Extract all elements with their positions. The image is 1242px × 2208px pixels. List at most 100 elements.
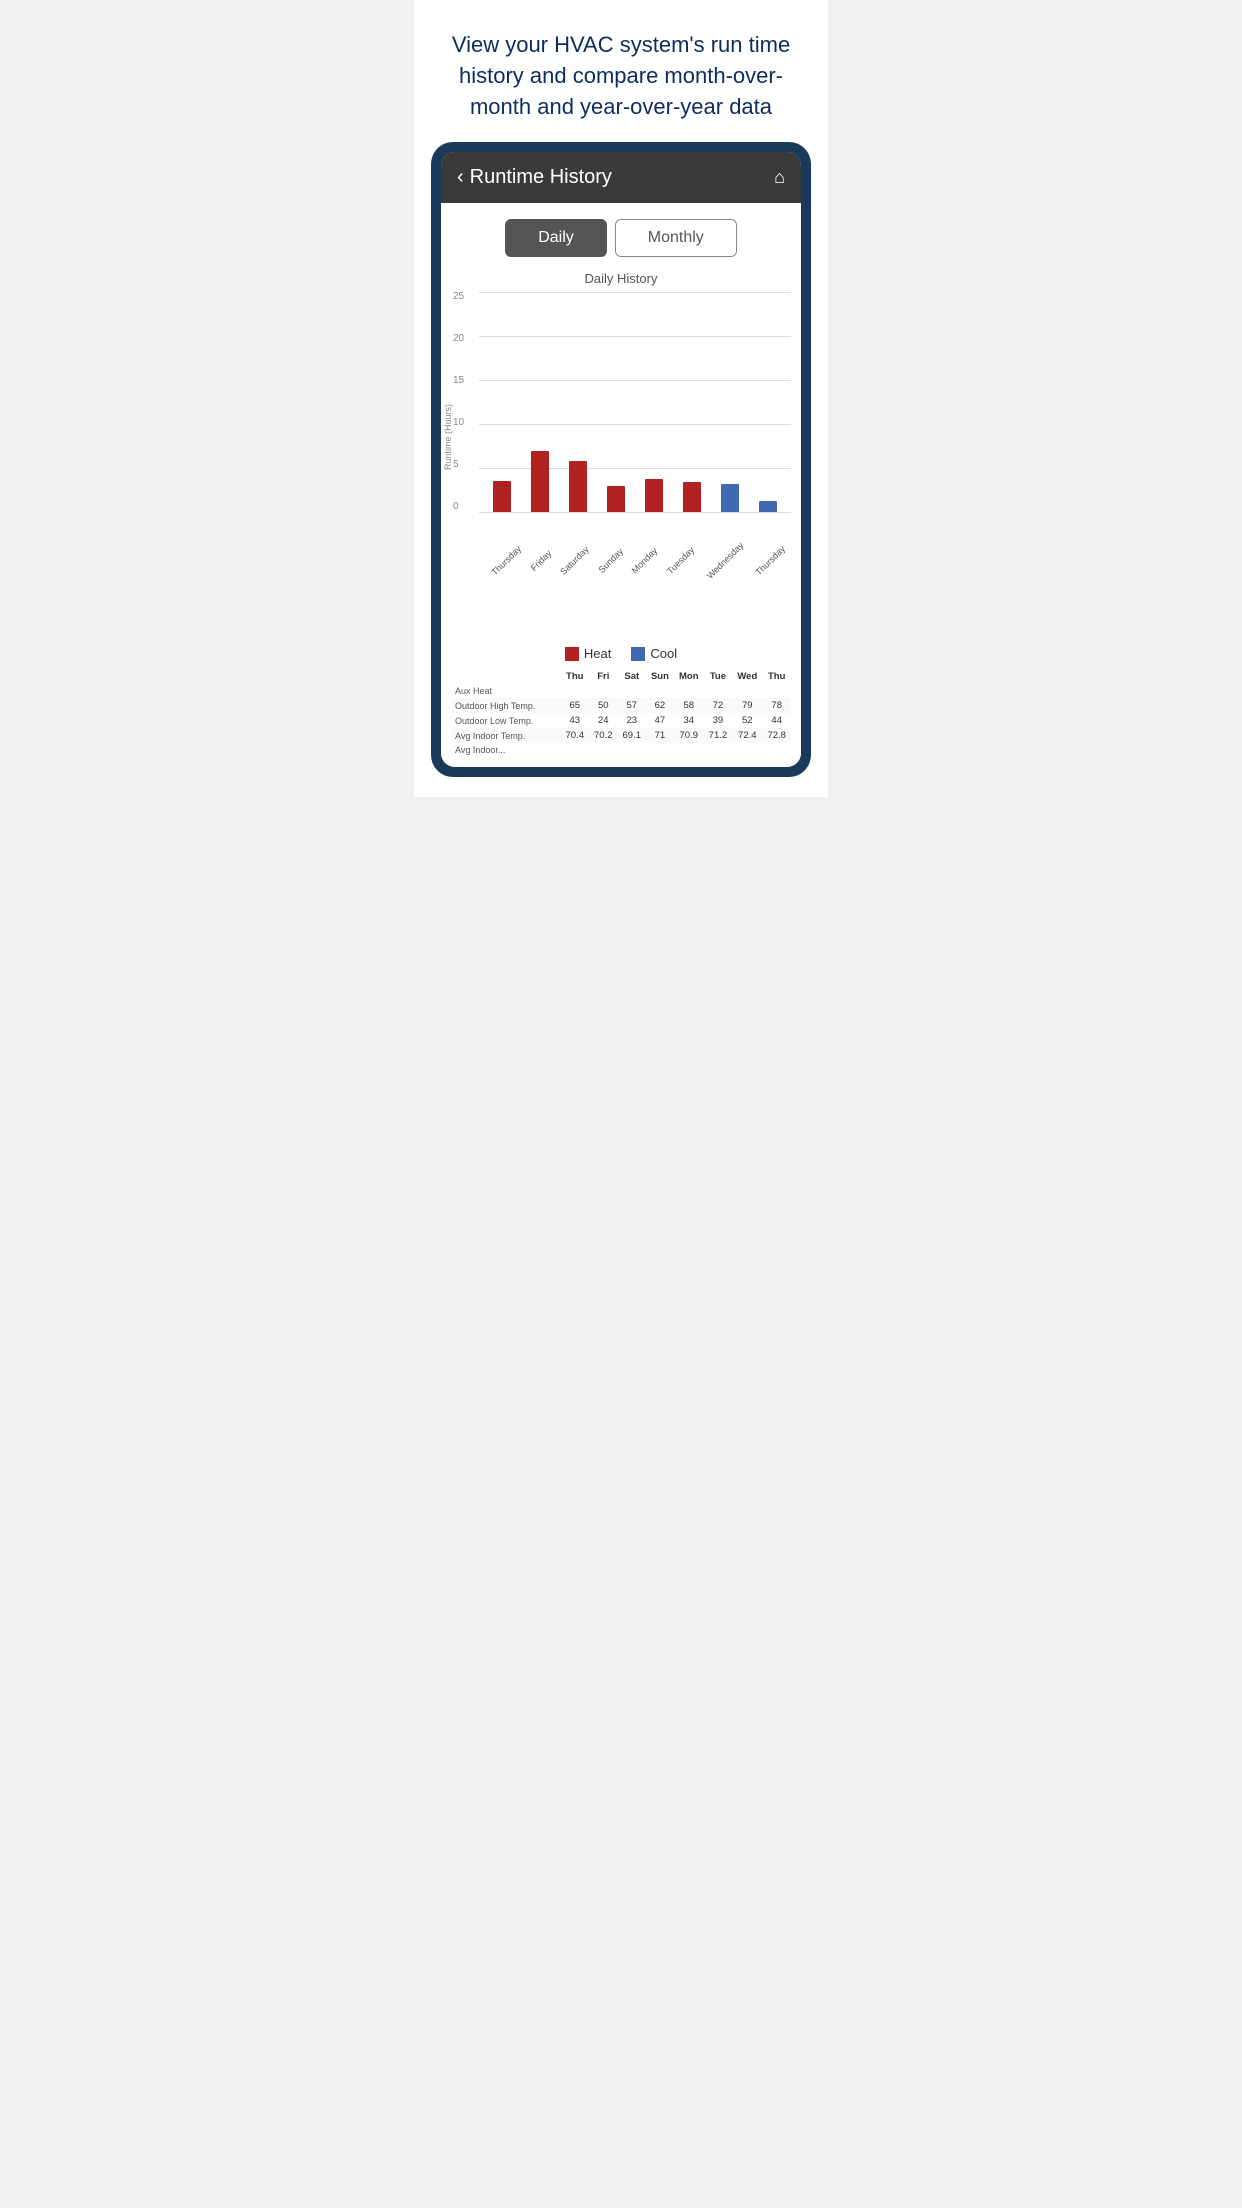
x-label-thursday: Thursday	[490, 544, 524, 578]
table-cell-value	[589, 684, 618, 698]
table-cell-value	[646, 743, 674, 757]
table-cell-label: Avg Indoor...	[451, 743, 560, 757]
table-cell-value	[732, 743, 762, 757]
bar-group-wednesday	[721, 484, 739, 512]
heat-bar	[607, 486, 625, 512]
table-col-header: Thu	[560, 669, 589, 684]
home-icon[interactable]: ⌂	[774, 167, 785, 188]
chart-inner: 25 20 15 10 5 0	[479, 292, 791, 512]
chart-title: Daily History	[451, 271, 791, 286]
table-cell-value: 79	[732, 698, 762, 713]
table-col-header: Tue	[704, 669, 733, 684]
table-cell-value	[704, 684, 733, 698]
table-header-row: ThuFriSatSunMonTueWedThu	[451, 669, 791, 684]
toggle-row: Daily Monthly	[451, 219, 791, 257]
table-cell-value: 70.9	[674, 728, 704, 743]
table-col-header: Sun	[646, 669, 674, 684]
table-cell-value: 39	[704, 713, 733, 728]
page-wrapper: View your HVAC system's run time history…	[414, 0, 828, 797]
bar-group-saturday	[569, 461, 587, 512]
table-cell-value: 50	[589, 698, 618, 713]
table-cell-value: 71.2	[704, 728, 733, 743]
table-cell-value	[762, 743, 791, 757]
table-cell-value	[674, 684, 704, 698]
back-arrow-icon: ‹	[457, 166, 464, 189]
table-cell-value	[704, 743, 733, 757]
heat-label: Heat	[584, 646, 611, 661]
y-label-0: 0	[453, 502, 464, 512]
heat-bar	[569, 461, 587, 512]
table-cell-value: 71	[646, 728, 674, 743]
bars-area	[479, 292, 791, 512]
bar-group-friday	[531, 451, 549, 513]
table-cell-value: 23	[618, 713, 647, 728]
table-cell-value: 72.8	[762, 728, 791, 743]
table-cell-value: 52	[732, 713, 762, 728]
table-col-header: Sat	[618, 669, 647, 684]
table-col-header: Fri	[589, 669, 618, 684]
content-area: Daily Monthly Daily History Runtime (Hou…	[441, 203, 801, 767]
table-cell-value	[560, 684, 589, 698]
table-cell-value: 58	[674, 698, 704, 713]
chart-container: Runtime (Hours) 25 20 15 10 5 0	[451, 292, 791, 572]
table-cell-value: 62	[646, 698, 674, 713]
x-label-wednesday: Wednesday	[705, 541, 746, 582]
table-cell-value	[762, 684, 791, 698]
y-label-10: 10	[453, 418, 464, 428]
table-cell-value: 34	[674, 713, 704, 728]
cool-bar	[759, 501, 777, 512]
table-cell-label: Outdoor Low Temp.	[451, 713, 560, 728]
table-row: Avg Indoor Temp.70.470.269.17170.971.272…	[451, 728, 791, 743]
cool-color-swatch	[631, 647, 645, 661]
x-label-tuesday: Tuesday	[665, 545, 696, 576]
table-cell-value: 69.1	[618, 728, 647, 743]
heat-bar	[683, 482, 701, 513]
daily-tab[interactable]: Daily	[505, 219, 607, 257]
table-cell-value: 78	[762, 698, 791, 713]
table-cell-value: 72	[704, 698, 733, 713]
table-cell-value	[560, 743, 589, 757]
bar-group-monday	[645, 479, 663, 512]
legend-heat: Heat	[565, 646, 611, 661]
table-cell-label: Avg Indoor Temp.	[451, 728, 560, 743]
cool-bar	[721, 484, 739, 512]
table-cell-value	[618, 684, 647, 698]
table-cell-value	[618, 743, 647, 757]
x-label-saturday: Saturday	[558, 545, 591, 578]
table-cell-label: Aux Heat	[451, 684, 560, 698]
table-cell-value: 44	[762, 713, 791, 728]
table-cell-value: 24	[589, 713, 618, 728]
x-label-friday: Friday	[529, 549, 554, 574]
nav-title: Runtime History	[470, 166, 612, 189]
data-table: ThuFriSatSunMonTueWedThu Aux HeatOutdoor…	[451, 669, 791, 757]
y-labels: 25 20 15 10 5 0	[453, 292, 464, 512]
x-label-thursday: Thursday	[753, 544, 787, 578]
phone-frame: ‹ Runtime History ⌂ Daily Monthly Daily …	[431, 142, 811, 777]
gridline-0	[479, 512, 791, 513]
heat-bar	[493, 481, 511, 513]
table-cell-value	[732, 684, 762, 698]
table-col-header: Wed	[732, 669, 762, 684]
legend: Heat Cool	[451, 642, 791, 661]
x-label-sunday: Sunday	[596, 547, 625, 576]
table-cell-value: 57	[618, 698, 647, 713]
heat-color-swatch	[565, 647, 579, 661]
table-cell-value: 47	[646, 713, 674, 728]
bar-group-thursday	[493, 481, 511, 513]
table-row: Outdoor Low Temp.4324234734395244	[451, 713, 791, 728]
y-axis-label: Runtime (Hours)	[443, 404, 453, 470]
table-cell-value: 65	[560, 698, 589, 713]
table-cell-value: 43	[560, 713, 589, 728]
x-labels: ThursdayFridaySaturdaySundayMondayTuesda…	[479, 557, 791, 567]
table-col-header: Mon	[674, 669, 704, 684]
nav-bar: ‹ Runtime History ⌂	[441, 152, 801, 203]
table-cell-label: Outdoor High Temp.	[451, 698, 560, 713]
table-col-header	[451, 669, 560, 684]
heat-bar	[531, 451, 549, 513]
table-cell-value	[589, 743, 618, 757]
monthly-tab[interactable]: Monthly	[615, 219, 737, 257]
table-cell-value: 72.4	[732, 728, 762, 743]
back-button[interactable]: ‹ Runtime History	[457, 166, 612, 189]
y-label-20: 20	[453, 334, 464, 344]
header-text: View your HVAC system's run time history…	[414, 0, 828, 142]
